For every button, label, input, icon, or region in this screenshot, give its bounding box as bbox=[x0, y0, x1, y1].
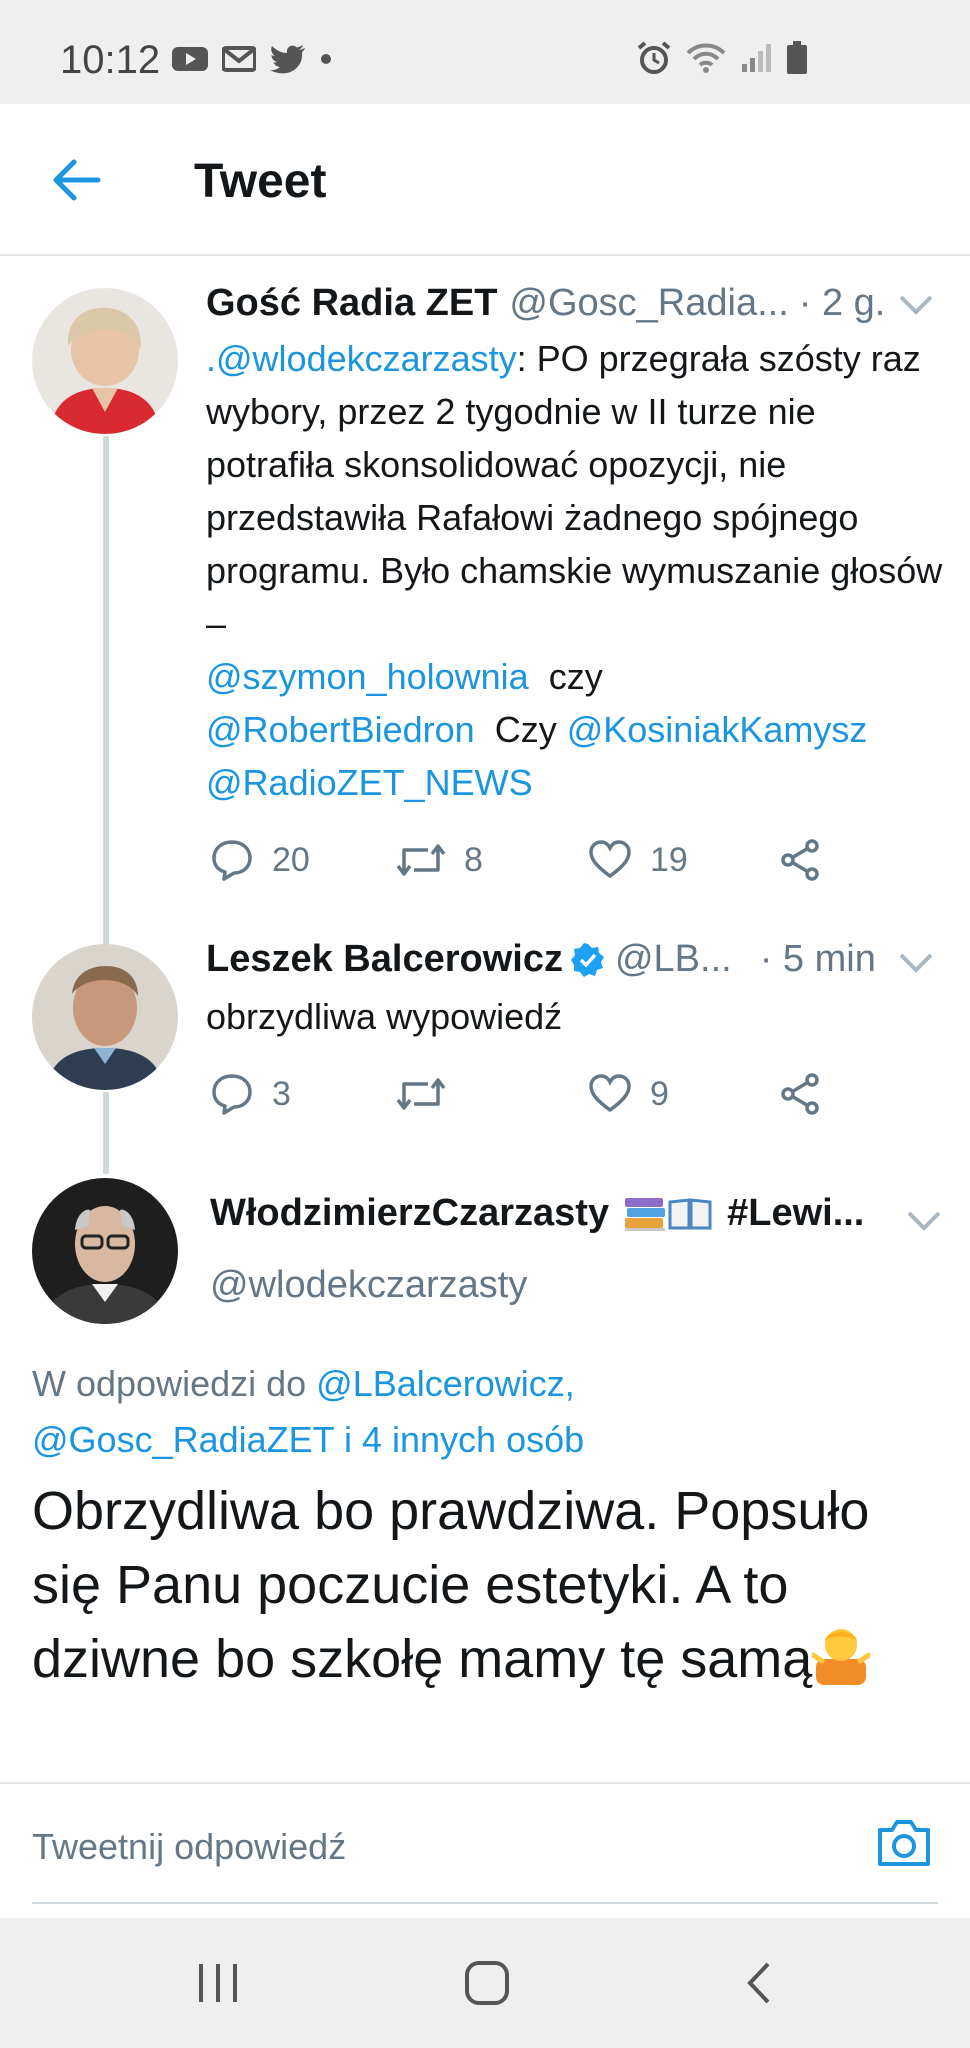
avatar[interactable] bbox=[32, 1178, 178, 1324]
alarm-icon bbox=[637, 41, 671, 74]
youtube-icon bbox=[172, 47, 208, 71]
reply-button[interactable]: 20 bbox=[210, 830, 310, 890]
retweet-icon bbox=[396, 1078, 446, 1110]
home-icon[interactable] bbox=[464, 1960, 510, 2006]
tweet-text: obrzydliwa wypowiedź bbox=[206, 996, 563, 1037]
tweet-time[interactable]: · 5 min bbox=[760, 938, 876, 981]
author-name[interactable]: WłodzimierzCzarzasty bbox=[210, 1192, 609, 1235]
reply-count: 3 bbox=[272, 1074, 291, 1113]
reply-to-prefix: W odpowiedzi do bbox=[32, 1363, 307, 1404]
notification-icons bbox=[172, 44, 332, 74]
author-handle[interactable]: @Gosc_Radia... bbox=[509, 282, 788, 325]
retweet-button[interactable]: 8 bbox=[396, 830, 483, 890]
dot-icon bbox=[321, 54, 331, 64]
signal-icon bbox=[742, 44, 771, 72]
wifi-icon bbox=[686, 43, 726, 73]
main-tweet-header: WłodzimierzCzarzasty #Lewi... bbox=[210, 1192, 864, 1235]
retweet-icon bbox=[396, 844, 446, 876]
reply-button[interactable]: 3 bbox=[210, 1064, 291, 1124]
chevron-down-icon[interactable] bbox=[898, 294, 934, 316]
tweet-header: Leszek Balcerowicz @LB... · 5 min bbox=[206, 938, 876, 981]
like-button[interactable]: 9 bbox=[588, 1064, 669, 1124]
reply-count: 20 bbox=[272, 840, 310, 879]
main-tweet-text: Obrzydliwa bo prawdziwa. Popsuło się Pan… bbox=[32, 1481, 872, 1689]
mention-link[interactable]: @KosiniakKamysz bbox=[567, 709, 868, 750]
system-nav-bar bbox=[0, 1918, 970, 2048]
books-emoji-icon bbox=[625, 1197, 666, 1231]
thread-line bbox=[103, 436, 109, 946]
chevron-down-icon[interactable] bbox=[898, 952, 934, 974]
share-icon bbox=[781, 839, 819, 881]
avatar[interactable] bbox=[32, 288, 178, 434]
reply-icon bbox=[212, 1074, 252, 1115]
author-name-suffix[interactable]: #Lewi... bbox=[727, 1192, 864, 1235]
retweet-button[interactable] bbox=[396, 1064, 464, 1124]
retweet-count: 8 bbox=[464, 840, 483, 879]
tweet-text: .@wlodekczarzasty: PO przegrała szósty r… bbox=[206, 338, 943, 803]
mention-link[interactable]: .@wlodekczarzasty bbox=[206, 338, 517, 379]
camera-icon[interactable] bbox=[874, 1814, 934, 1870]
person-shrugging-emoji-icon bbox=[810, 1629, 872, 1685]
avatar[interactable] bbox=[32, 944, 178, 1090]
twitter-icon bbox=[270, 45, 305, 74]
back-nav-icon[interactable] bbox=[744, 1960, 774, 2006]
reply-to-mention[interactable]: @Gosc_RadiaZET i 4 innych osób bbox=[32, 1419, 584, 1460]
mention-link[interactable]: @RadioZET_NEWS bbox=[206, 762, 533, 803]
open-book-emoji-icon bbox=[668, 1197, 712, 1229]
like-count: 19 bbox=[650, 840, 688, 879]
heart-icon bbox=[589, 840, 631, 879]
system-icons bbox=[636, 40, 808, 76]
status-bar: 10:12 bbox=[0, 0, 970, 104]
heart-icon bbox=[589, 1074, 631, 1113]
chevron-down-icon[interactable] bbox=[906, 1210, 942, 1232]
tweet-header: Gość Radia ZET @Gosc_Radia... · 2 g. bbox=[206, 282, 885, 325]
tweet-time[interactable]: · 2 g. bbox=[799, 282, 886, 325]
author-handle[interactable]: @LB... bbox=[615, 938, 732, 981]
reply-bar: Tweetnij odpowiedź bbox=[0, 1782, 970, 1910]
reply-to-line: W odpowiedzi do @LBalcerowicz, @Gosc_Rad… bbox=[32, 1356, 932, 1468]
app-header: Tweet bbox=[0, 104, 970, 256]
battery-icon bbox=[787, 41, 807, 74]
like-count: 9 bbox=[650, 1074, 669, 1113]
main-tweet-handle: @wlodekczarzasty bbox=[210, 1264, 527, 1307]
share-icon bbox=[781, 1073, 819, 1115]
recent-apps-icon[interactable] bbox=[196, 1960, 240, 2006]
author-name[interactable]: Gość Radia ZET bbox=[206, 282, 497, 325]
share-button[interactable] bbox=[778, 830, 822, 890]
like-button[interactable]: 19 bbox=[588, 830, 688, 890]
mention-link[interactable]: @szymon_holownia bbox=[206, 656, 529, 697]
gmail-icon bbox=[222, 46, 256, 72]
share-button[interactable] bbox=[778, 1064, 822, 1124]
reply-input[interactable]: Tweetnij odpowiedź bbox=[32, 1826, 346, 1868]
page-title: Tweet bbox=[194, 155, 327, 208]
author-name[interactable]: Leszek Balcerowicz bbox=[206, 938, 563, 981]
back-arrow-icon[interactable] bbox=[46, 150, 106, 210]
author-handle[interactable]: @wlodekczarzasty bbox=[210, 1264, 527, 1307]
status-time: 10:12 bbox=[60, 38, 161, 82]
verified-badge-icon bbox=[570, 942, 604, 977]
reply-icon bbox=[212, 840, 252, 881]
mention-link[interactable]: @RobertBiedron bbox=[206, 709, 475, 750]
thread-line bbox=[103, 1092, 109, 1174]
reply-input-underline bbox=[32, 1902, 938, 1904]
reply-to-mention[interactable]: @LBalcerowicz, bbox=[316, 1363, 575, 1404]
